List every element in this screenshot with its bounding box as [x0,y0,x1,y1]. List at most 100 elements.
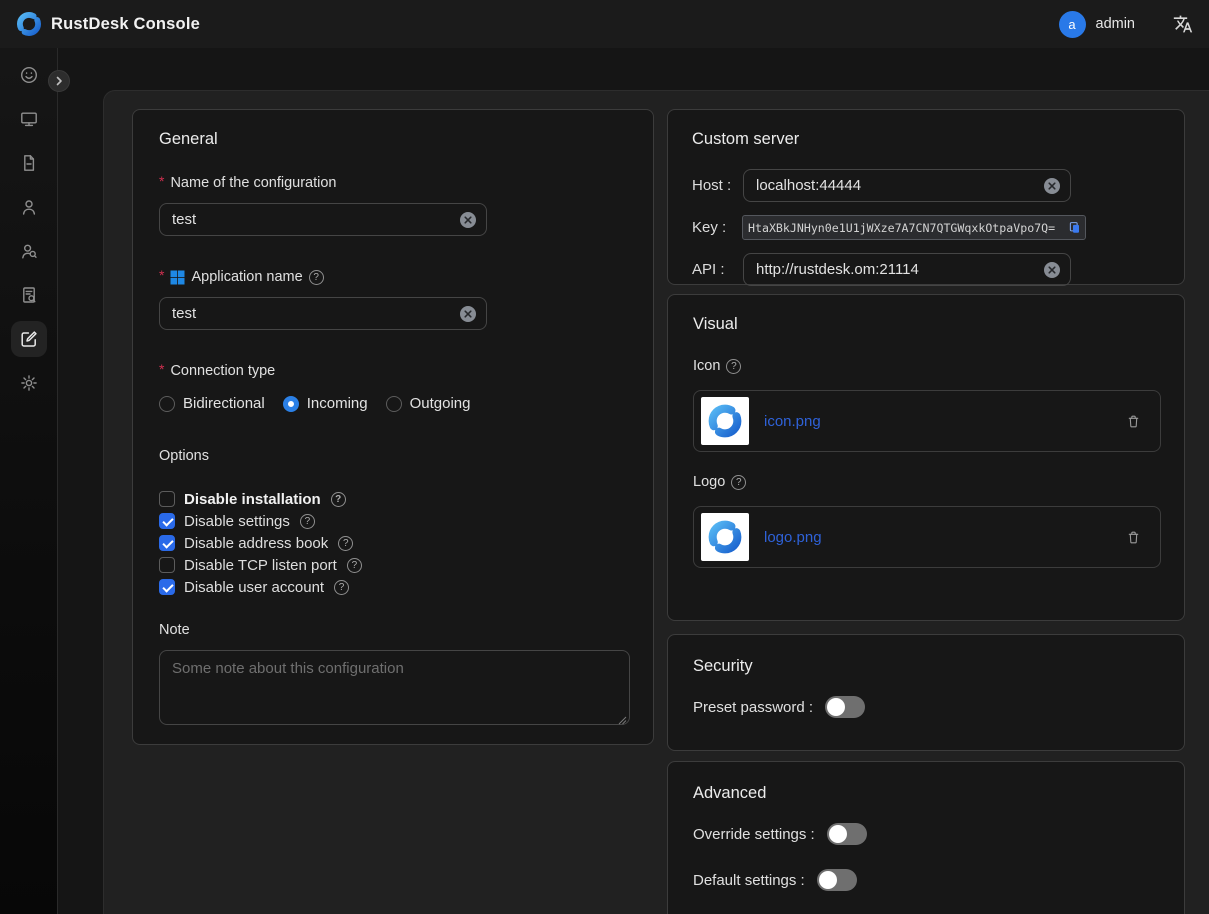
sidebar-item-user-search[interactable] [11,233,47,269]
name-input-field[interactable] [172,211,460,228]
username[interactable]: admin [1096,16,1136,32]
sidebar-item-user[interactable] [11,189,47,225]
checkbox-box[interactable] [159,557,175,573]
avatar[interactable]: a [1059,11,1086,38]
checkbox-box-checked[interactable] [159,579,175,595]
visual-card: Visual Icon ? icon.png [667,294,1185,621]
radio-circle-selected[interactable] [283,396,299,412]
radio-circle[interactable] [159,396,175,412]
security-card: Security Preset password : [667,634,1185,751]
app-name-input[interactable] [159,297,487,330]
user-icon [19,197,39,217]
note-textarea[interactable] [159,650,630,725]
override-settings-row: Override settings : [693,823,1159,845]
sidebar-item-smiley-face[interactable] [11,57,47,93]
app-title: RustDesk Console [51,15,200,34]
default-settings-toggle[interactable] [817,869,857,891]
logo-label: Logo ? [693,474,1159,490]
user-search-icon [19,241,39,261]
copy-icon[interactable] [1067,220,1082,235]
custom-server-title: Custom server [692,130,1160,149]
checkbox-disable-tcp-listen-port[interactable]: Disable TCP listen port ? [159,554,627,576]
checkbox-disable-address-book[interactable]: Disable address book ? [159,532,627,554]
help-icon[interactable]: ? [334,580,349,595]
api-input-field[interactable] [756,261,1044,278]
app-field-label: * Application name ? [159,269,627,285]
security-title: Security [693,657,1159,676]
radio-circle[interactable] [386,396,402,412]
sidebar-item-document[interactable] [11,145,47,181]
settings-gear-icon [19,373,39,393]
sidebar [0,48,58,914]
default-settings-row: Default settings : [693,869,1159,891]
checkbox-disable-settings[interactable]: Disable settings ? [159,510,627,532]
clear-icon[interactable] [1044,262,1060,278]
icon-file-box: icon.png [693,390,1161,452]
advanced-title: Advanced [693,784,1159,803]
trash-icon[interactable] [1125,529,1142,546]
preset-password-row: Preset password : [693,696,1159,718]
general-card: General * Name of the configuration * Ap… [132,109,654,745]
override-settings-label: Override settings : [693,826,815,843]
topbar: RustDesk Console a admin [0,0,1209,48]
toggle-knob [827,698,845,716]
help-icon[interactable]: ? [726,359,741,374]
name-field-label: * Name of the configuration [159,175,627,191]
sidebar-collapse-button[interactable] [48,70,70,92]
host-input[interactable] [743,169,1071,202]
sidebar-item-settings[interactable] [11,365,47,401]
note-wrap [159,650,630,730]
icon-label: Icon ? [693,358,1159,374]
key-label: Key : [692,219,743,236]
app-name-input-field[interactable] [172,305,460,322]
sidebar-item-edit-config[interactable] [11,321,47,357]
clear-icon[interactable] [460,212,476,228]
checkbox-box-checked[interactable] [159,513,175,529]
preset-password-toggle[interactable] [825,696,865,718]
help-icon[interactable]: ? [347,558,362,573]
icon-thumbnail [701,397,749,445]
radio-bidirectional[interactable]: Bidirectional [159,395,265,412]
preset-password-label: Preset password : [693,699,813,716]
sidebar-item-audit-log[interactable] [11,277,47,313]
connection-type-radios: Bidirectional Incoming Outgoing [159,395,627,412]
radio-incoming[interactable]: Incoming [283,395,368,412]
sidebar-item-monitor[interactable] [11,101,47,137]
visual-title: Visual [693,315,1159,334]
help-icon[interactable]: ? [300,514,315,529]
user-area: a admin [1059,11,1194,38]
chevron-right-icon [54,76,64,86]
help-icon[interactable]: ? [338,536,353,551]
override-settings-toggle[interactable] [827,823,867,845]
name-input[interactable] [159,203,487,236]
help-icon[interactable]: ? [731,475,746,490]
clear-icon[interactable] [1044,178,1060,194]
rustdesk-logo-icon [16,11,42,37]
translate-icon[interactable] [1173,14,1193,34]
content-panel: General * Name of the configuration * Ap… [103,90,1209,914]
logo-file-link[interactable]: logo.png [764,529,1110,546]
general-title: General [159,130,627,149]
checkbox-box[interactable] [159,491,175,507]
default-settings-label: Default settings : [693,872,805,889]
trash-icon[interactable] [1125,413,1142,430]
required-marker: * [159,173,164,189]
custom-server-card: Custom server Host : Key : HtaXBkJNHyn0e… [667,109,1185,285]
checkbox-disable-installation[interactable]: Disable installation ? [159,488,627,510]
options-list: Disable installation ? Disable settings … [159,488,627,598]
help-icon[interactable]: ? [331,492,346,507]
right-column: Custom server Host : Key : HtaXBkJNHyn0e… [667,109,1185,914]
required-marker: * [159,267,164,283]
api-input[interactable] [743,253,1071,286]
key-value: HtaXBkJNHyn0e1U1jWXze7A7CN7QTGWqxkOtpaVp… [748,221,1064,235]
checkbox-box-checked[interactable] [159,535,175,551]
host-input-field[interactable] [756,177,1044,194]
key-value-box: HtaXBkJNHyn0e1U1jWXze7A7CN7QTGWqxkOtpaVp… [743,216,1085,239]
advanced-card: Advanced Override settings : Default set… [667,761,1185,914]
icon-file-link[interactable]: icon.png [764,413,1110,430]
checkbox-disable-user-account[interactable]: Disable user account ? [159,576,627,598]
help-icon[interactable]: ? [309,270,324,285]
clear-icon[interactable] [460,306,476,322]
radio-outgoing[interactable]: Outgoing [386,395,471,412]
windows-logo-icon [170,270,185,285]
